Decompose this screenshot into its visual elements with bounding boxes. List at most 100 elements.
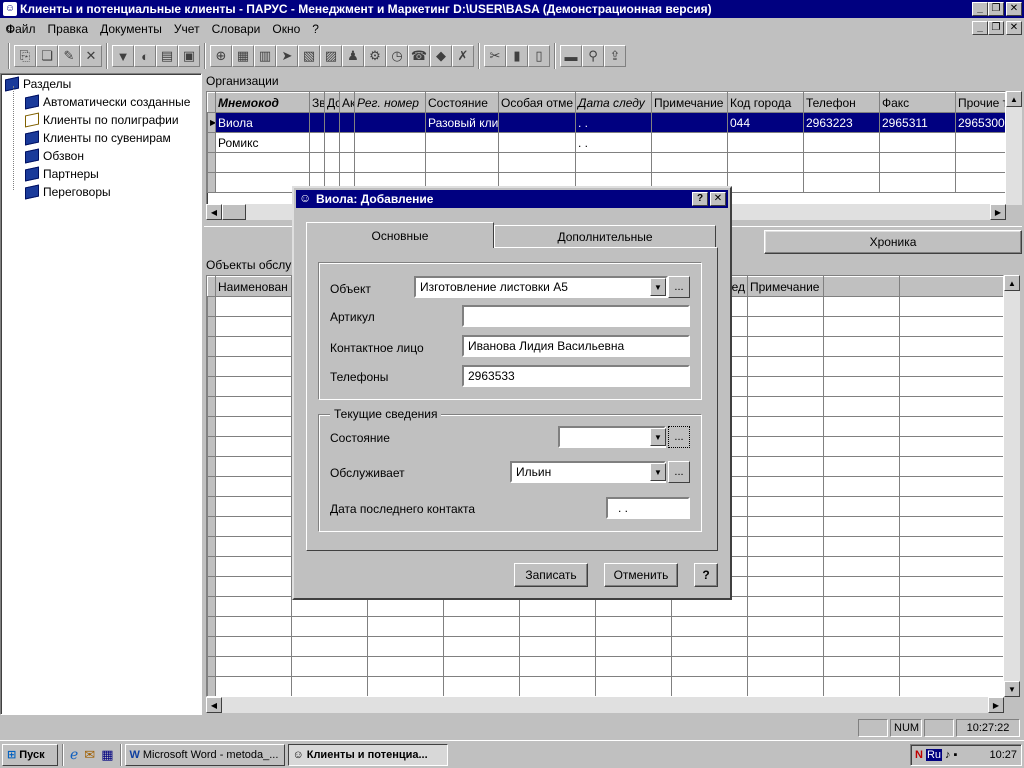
col-header[interactable]: Особая отме xyxy=(498,92,576,113)
org-vscrollbar[interactable]: ▲ xyxy=(1006,91,1022,205)
cancel-button[interactable]: Отменить xyxy=(604,563,678,587)
x-icon[interactable]: ✗ xyxy=(452,45,474,67)
table-cell[interactable] xyxy=(309,112,325,133)
add-icon[interactable]: ⎘ xyxy=(14,45,36,67)
scroll-left-icon[interactable]: ◀ xyxy=(206,697,222,713)
desktop-icon[interactable]: ▦ xyxy=(101,747,113,763)
table-row[interactable]: ▶ Виола Разовый кли . . 044 2963223 2965… xyxy=(207,112,1005,133)
table-cell[interactable] xyxy=(803,132,880,153)
export-icon[interactable]: ⇪ xyxy=(604,45,626,67)
box-icon[interactable]: ▣ xyxy=(178,45,200,67)
serves-lookup-button[interactable]: ... xyxy=(668,461,690,483)
close-button[interactable]: ✕ xyxy=(1006,2,1022,16)
table-cell[interactable] xyxy=(651,112,728,133)
chart-icon[interactable]: ◆ xyxy=(430,45,452,67)
table-cell[interactable]: . . xyxy=(575,112,652,133)
target-icon[interactable]: ⊕ xyxy=(210,45,232,67)
language-indicator[interactable]: Ru xyxy=(925,748,943,761)
col-header[interactable]: Дс xyxy=(324,92,340,113)
chevron-down-icon[interactable]: ▼ xyxy=(650,463,666,481)
print-icon[interactable]: ▤ xyxy=(156,45,178,67)
col-header[interactable]: Наименован xyxy=(215,276,292,297)
table-cell[interactable] xyxy=(498,112,576,133)
task-word[interactable]: W Microsoft Word - metoda_... xyxy=(124,743,285,766)
objects-hscrollbar[interactable]: ◀ ▶ xyxy=(206,697,1004,713)
scroll-up-icon[interactable]: ▲ xyxy=(1006,91,1022,107)
note-icon[interactable]: ▮ xyxy=(506,45,528,67)
tab-chronicle[interactable]: Хроника xyxy=(764,230,1022,254)
scroll-right-icon[interactable]: ▶ xyxy=(988,697,1004,713)
outlook-icon[interactable]: ✉ xyxy=(84,747,95,763)
table-cell[interactable] xyxy=(879,132,956,153)
clock-icon[interactable]: ◷ xyxy=(386,45,408,67)
menu-accounting[interactable]: Учет xyxy=(168,22,206,36)
tree-item-polygraphy[interactable]: Клиенты по полиграфии xyxy=(25,112,179,128)
table-cell[interactable] xyxy=(354,132,426,153)
col-header[interactable]: Прочие т xyxy=(955,92,1005,113)
table-cell[interactable] xyxy=(339,112,355,133)
doc4-icon[interactable]: ▨ xyxy=(320,45,342,67)
forward-icon[interactable]: ➤ xyxy=(276,45,298,67)
col-header[interactable]: Примечание xyxy=(651,92,728,113)
menu-documents[interactable]: Документы xyxy=(94,22,168,36)
tree-item-souvenirs[interactable]: Клиенты по сувенирам xyxy=(25,130,171,146)
table-cell[interactable] xyxy=(651,132,728,153)
tree-root[interactable]: Разделы xyxy=(5,76,71,92)
object-lookup-button[interactable]: ... xyxy=(668,276,690,298)
dialog-close-button[interactable]: ✕ xyxy=(710,192,726,206)
menu-dictionaries[interactable]: Словари xyxy=(206,22,267,36)
scroll-down-icon[interactable]: ▼ xyxy=(1004,681,1020,697)
phone-icon[interactable]: ☎ xyxy=(408,45,430,67)
dialog-titlebar[interactable]: ☺ Виола: Добавление ? ✕ xyxy=(296,190,728,208)
table-cell[interactable] xyxy=(324,112,340,133)
delete-icon[interactable]: ✕ xyxy=(80,45,102,67)
table-cell[interactable]: Разовый кли xyxy=(425,112,499,133)
object-select[interactable]: Изготовление листовки А5 xyxy=(414,276,668,298)
table-cell[interactable] xyxy=(324,132,340,153)
edit-icon[interactable]: ✎ xyxy=(58,45,80,67)
table-row[interactable] xyxy=(207,152,1005,173)
col-header[interactable]: Состояние xyxy=(425,92,499,113)
table-cell[interactable]: 2963223 xyxy=(803,112,880,133)
menu-help[interactable]: ? xyxy=(306,22,325,36)
minimize-button[interactable]: _ xyxy=(972,2,988,16)
volume-icon[interactable]: ♪ xyxy=(945,749,951,761)
col-header[interactable]: Примечание xyxy=(747,276,824,297)
article-field[interactable] xyxy=(462,305,690,327)
col-header[interactable]: Дата следу xyxy=(575,92,652,113)
tree-item-partners[interactable]: Партнеры xyxy=(25,166,99,182)
gear-icon[interactable]: ⚙ xyxy=(364,45,386,67)
state-lookup-button[interactable]: ... xyxy=(668,426,690,448)
table-cell[interactable]: 044 xyxy=(727,112,804,133)
last-contact-field[interactable]: . . xyxy=(606,497,690,519)
tab-main[interactable]: Основные xyxy=(306,222,494,248)
table-cell[interactable] xyxy=(309,132,325,153)
filter-clear-icon[interactable]: ◐ xyxy=(134,45,156,67)
doc-icon[interactable]: ▦ xyxy=(232,45,254,67)
save-button[interactable]: Записать xyxy=(514,563,588,587)
col-header[interactable]: Код города xyxy=(727,92,804,113)
table-row[interactable]: Ромикс . . xyxy=(207,132,1005,153)
help-button[interactable]: ? xyxy=(694,563,718,587)
task-app[interactable]: ☺ Клиенты и потенциа... xyxy=(287,743,448,766)
contact-field[interactable]: Иванова Лидия Васильевна xyxy=(462,335,690,357)
col-header[interactable]: Рег. номер xyxy=(354,92,426,113)
table-cell[interactable]: . . xyxy=(575,132,652,153)
table-cell[interactable] xyxy=(339,132,355,153)
search-icon[interactable]: ⚲ xyxy=(582,45,604,67)
person-icon[interactable]: ♟ xyxy=(342,45,364,67)
tab-additional[interactable]: Дополнительные xyxy=(494,225,716,247)
dialog-help-button[interactable]: ? xyxy=(692,192,708,206)
scroll-up-icon[interactable]: ▲ xyxy=(1004,275,1020,291)
col-header[interactable]: Факс xyxy=(879,92,956,113)
scroll-left-icon[interactable]: ◀ xyxy=(206,204,222,220)
phones-field[interactable]: 2963533 xyxy=(462,365,690,387)
restore-button[interactable]: ❐ xyxy=(988,2,1004,16)
filter-icon[interactable]: ▼ xyxy=(112,45,134,67)
table-cell[interactable] xyxy=(498,132,576,153)
child-minimize-button[interactable]: _ xyxy=(972,21,988,35)
serves-select[interactable]: Ильин xyxy=(510,461,666,483)
table-cell[interactable]: 2965300 xyxy=(955,112,1005,133)
doc3-icon[interactable]: ▧ xyxy=(298,45,320,67)
menu-window[interactable]: Окно xyxy=(266,22,306,36)
